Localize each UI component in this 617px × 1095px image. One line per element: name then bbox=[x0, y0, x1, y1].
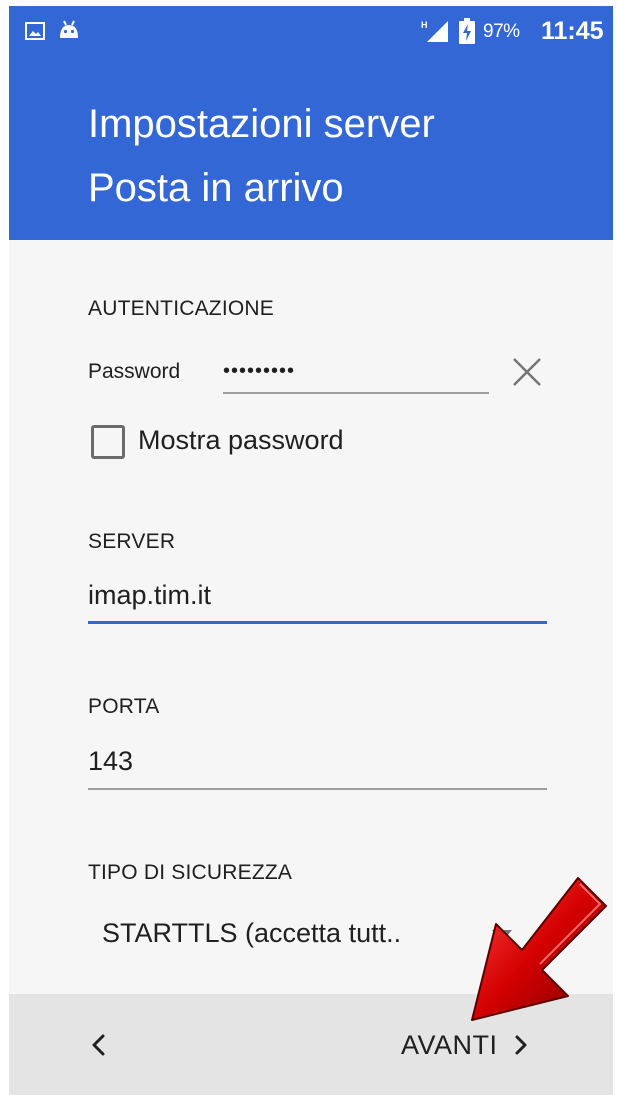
security-type-value: STARTTLS (accetta tutt.. bbox=[102, 918, 402, 948]
battery-percent: 97% bbox=[483, 21, 520, 42]
battery-charging-icon bbox=[459, 18, 475, 44]
bottom-navigation-bar: AVANTI bbox=[9, 994, 613, 1095]
show-password-label[interactable]: Mostra password bbox=[138, 425, 344, 456]
page-title-line1: Impostazioni server bbox=[88, 102, 435, 146]
server-value: imap.tim.it bbox=[88, 580, 212, 610]
security-type-section-label: TIPO DI SICUREZZA bbox=[88, 861, 293, 884]
server-section-label: SERVER bbox=[88, 530, 176, 553]
gallery-icon bbox=[25, 22, 45, 40]
page-title-line2: Posta in arrivo bbox=[88, 166, 344, 210]
android-icon bbox=[60, 20, 78, 38]
chevron-right-icon bbox=[515, 1035, 527, 1055]
back-button[interactable] bbox=[75, 1022, 121, 1068]
status-bar: H 97% 11:45 bbox=[9, 6, 613, 56]
phone-screen: H 97% 11:45 Impostazioni server Posta in… bbox=[9, 6, 613, 1095]
clock: 11:45 bbox=[541, 17, 604, 45]
password-value: ••••••••• bbox=[223, 360, 296, 382]
server-input[interactable]: imap.tim.it bbox=[88, 570, 547, 624]
dropdown-arrow-icon bbox=[492, 930, 512, 942]
port-input[interactable]: 143 bbox=[88, 736, 547, 790]
port-section-label: PORTA bbox=[88, 695, 160, 718]
clear-password-icon[interactable] bbox=[509, 354, 545, 390]
show-password-checkbox[interactable] bbox=[91, 425, 125, 459]
next-button[interactable]: AVANTI bbox=[401, 1022, 532, 1068]
svg-text:H: H bbox=[421, 20, 428, 30]
signal-icon: H bbox=[421, 20, 448, 42]
next-button-label: AVANTI bbox=[401, 1029, 498, 1060]
page-title: Impostazioni server Posta in arrivo bbox=[88, 92, 588, 220]
authentication-section-label: AUTENTICAZIONE bbox=[88, 297, 274, 320]
password-field[interactable]: ••••••••• bbox=[223, 350, 489, 394]
password-label: Password bbox=[88, 360, 181, 383]
security-type-dropdown[interactable]: STARTTLS (accetta tutt.. bbox=[88, 906, 547, 966]
port-value: 143 bbox=[88, 746, 134, 776]
app-bar: H 97% 11:45 Impostazioni server Posta in… bbox=[9, 6, 613, 240]
